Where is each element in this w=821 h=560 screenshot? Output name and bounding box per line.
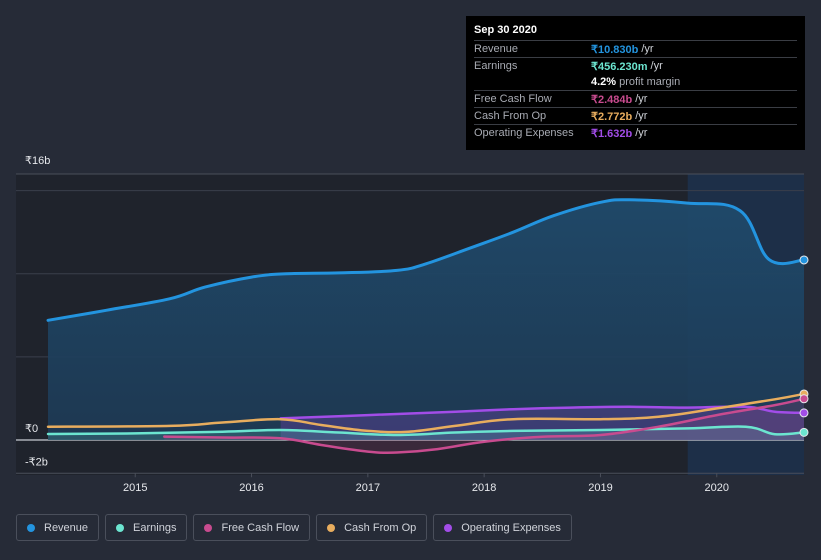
x-tick-label: 2017 (356, 482, 380, 494)
tooltip: Sep 30 2020 Revenue ₹10.830b /yr Earning… (466, 16, 805, 150)
earnings-endpoint (799, 427, 809, 437)
legend-item-earnings[interactable]: Earnings (105, 514, 188, 541)
y-tick-label: ₹0 (25, 423, 38, 435)
tooltip-label: Operating Expenses (474, 127, 574, 139)
tooltip-row-earnings: Earnings ₹456.230m /yr (474, 58, 797, 74)
tooltip-unit: /yr (635, 93, 648, 105)
revenue-endpoint (799, 255, 809, 265)
free-cash-flow-endpoint (799, 394, 809, 404)
legend: Revenue Earnings Free Cash Flow Cash Fro… (16, 514, 572, 541)
tooltip-date: Sep 30 2020 (474, 24, 797, 41)
tooltip-row-free-cash-flow: Free Cash Flow ₹2.484b /yr (474, 91, 797, 108)
tooltip-value: ₹2.484b (591, 93, 633, 106)
y-tick-label: -₹2b (25, 456, 48, 468)
legend-label: Cash From Op (344, 521, 417, 534)
tooltip-unit: /yr (635, 127, 648, 139)
tooltip-unit: /yr (650, 60, 663, 72)
revenue-dot-icon (27, 523, 35, 532)
legend-item-revenue[interactable]: Revenue (16, 514, 100, 541)
x-tick-label: 2015 (123, 482, 147, 494)
legend-item-free-cash-flow[interactable]: Free Cash Flow (193, 514, 311, 541)
tooltip-row-cash-from-op: Cash From Op ₹2.772b /yr (474, 108, 797, 125)
operating-expenses-endpoint (799, 408, 809, 418)
y-tick-label: ₹16b (25, 155, 50, 167)
legend-label: Free Cash Flow (221, 521, 300, 534)
tooltip-label: Earnings (474, 60, 518, 72)
tooltip-value: ₹456.230m (591, 60, 648, 73)
x-tick-label: 2016 (239, 482, 263, 494)
tooltip-row-revenue: Revenue ₹10.830b /yr (474, 41, 797, 58)
free-cash-flow-dot-icon (204, 523, 213, 532)
profit-margin-text: profit margin (619, 76, 681, 88)
tooltip-label: Revenue (474, 43, 519, 55)
tooltip-value: ₹2.772b (591, 110, 633, 123)
tooltip-value: ₹10.830b (591, 43, 639, 56)
profit-margin-value: 4.2% (591, 76, 617, 88)
tooltip-unit: /yr (635, 110, 648, 122)
legend-item-cash-from-op[interactable]: Cash From Op (316, 514, 428, 541)
legend-label: Earnings (133, 521, 177, 534)
tooltip-row-profit-margin: 4.2% profit margin (474, 74, 797, 91)
legend-item-operating-expenses[interactable]: Operating Expenses (433, 514, 572, 541)
x-tick-label: 2018 (472, 482, 496, 494)
earnings-dot-icon (116, 523, 125, 532)
cash-from-op-dot-icon (327, 523, 336, 532)
x-tick-label: 2020 (705, 482, 729, 494)
tooltip-unit: /yr (641, 43, 654, 55)
tooltip-value: ₹1.632b (591, 127, 633, 140)
tooltip-label: Free Cash Flow (474, 93, 552, 105)
legend-label: Operating Expenses (461, 521, 561, 534)
operating-expenses-dot-icon (444, 523, 453, 532)
tooltip-row-operating-expenses: Operating Expenses ₹1.632b /yr (474, 125, 797, 141)
x-tick-label: 2019 (588, 482, 612, 494)
tooltip-label: Cash From Op (474, 110, 547, 122)
legend-label: Revenue (44, 521, 89, 534)
